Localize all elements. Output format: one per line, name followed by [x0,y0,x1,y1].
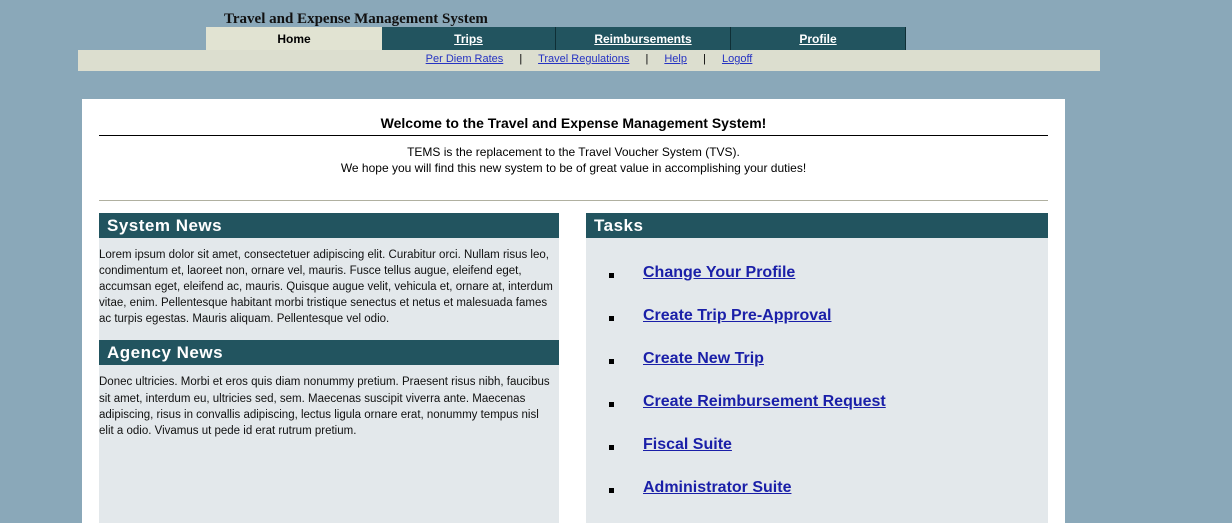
content-panel: Welcome to the Travel and Expense Manage… [82,99,1065,523]
intro-line-1: TEMS is the replacement to the Travel Vo… [407,145,740,159]
system-news-text: Lorem ipsum dolor sit amet, consectetuer… [99,249,553,326]
welcome-intro: TEMS is the replacement to the Travel Vo… [99,144,1048,176]
sub-navigation: Per Diem Rates | Travel Regulations | He… [78,50,1100,71]
tasks-column: Tasks Change Your Profile Create Trip Pr… [586,213,1048,523]
tab-home[interactable]: Home [206,27,382,50]
bullet-icon [609,445,614,450]
bullet-icon [609,488,614,493]
divider [99,200,1048,201]
create-reimbursement-request-link[interactable]: Create Reimbursement Request [643,393,886,411]
news-column: System News Lorem ipsum dolor sit amet, … [99,213,559,523]
subnav-separator: | [645,53,649,65]
bullet-icon [609,273,614,278]
intro-line-2: We hope you will find this new system to… [340,161,807,175]
tab-trips[interactable]: Trips [382,27,556,50]
main-tabs: Home Trips Reimbursements Profile [206,27,906,50]
welcome-heading: Welcome to the Travel and Expense Manage… [99,115,1048,136]
fiscal-suite-link[interactable]: Fiscal Suite [643,436,732,454]
agency-news-header: Agency News [99,340,559,366]
agency-news-text: Donec ultricies. Morbi et eros quis diam… [99,376,550,437]
per-diem-rates-link[interactable]: Per Diem Rates [426,53,504,65]
bullet-icon [609,359,614,364]
change-profile-link[interactable]: Change Your Profile [643,264,795,282]
travel-regulations-link[interactable]: Travel Regulations [538,53,629,65]
bullet-icon [609,316,614,321]
logoff-link[interactable]: Logoff [722,53,752,65]
administrator-suite-link[interactable]: Administrator Suite [643,479,791,497]
help-link[interactable]: Help [664,53,687,65]
tab-profile[interactable]: Profile [731,27,906,50]
create-trip-pre-approval-link[interactable]: Create Trip Pre-Approval [643,307,832,325]
tasks-header: Tasks [586,213,1048,238]
app-title: Travel and Expense Management System [224,11,488,27]
subnav-separator: | [703,53,706,65]
subnav-separator: | [519,53,523,65]
tab-reimbursements[interactable]: Reimbursements [556,27,731,50]
create-new-trip-link[interactable]: Create New Trip [643,350,764,368]
system-news-header: System News [99,213,559,238]
bullet-icon [609,402,614,407]
